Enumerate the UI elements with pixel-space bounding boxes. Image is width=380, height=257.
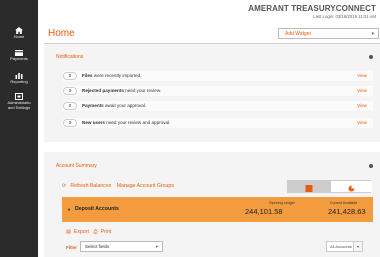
collapse-arrow-icon[interactable]: ▼ xyxy=(67,207,71,212)
account-summary-title: Account Summary xyxy=(56,163,97,169)
notification-subject: Rejected payments xyxy=(82,88,124,93)
brand-name: AMERANT TREASURYCONNECT xyxy=(248,4,376,13)
chevron-down-icon: ▾ xyxy=(356,244,359,249)
notification-row: 0 Payments await your approval. View xyxy=(63,101,373,111)
export-print-row: ▤ Export ⎙ Print xyxy=(66,229,114,236)
notification-row: 0 New users need your review and approva… xyxy=(63,118,373,128)
sidebar-item-label: Reporting xyxy=(10,79,28,84)
print-icon: ⎙ xyxy=(93,229,98,235)
sidebar-item-home[interactable]: Home xyxy=(0,27,38,39)
view-link[interactable]: View xyxy=(357,103,367,108)
chevron-down-icon: ▾ xyxy=(371,31,374,37)
sidebar-item-label: Home xyxy=(13,34,25,39)
view-link[interactable]: View xyxy=(357,120,367,125)
grid-view-button[interactable] xyxy=(288,181,330,192)
add-widget-select[interactable]: Add Widget ▾ xyxy=(278,28,379,39)
settings-icon xyxy=(15,93,23,100)
view-link[interactable]: View xyxy=(357,88,367,93)
sidebar-item-reporting[interactable]: Reporting xyxy=(0,72,38,84)
sidebar-item-label: Payments xyxy=(10,56,28,61)
last-login-text: Last Login: 03/16/2019 11:01 AM xyxy=(313,14,376,19)
notification-message: were recently imported. xyxy=(92,73,142,78)
notification-subject: Files xyxy=(82,73,93,78)
opening-ledger-label: Opening Ledger xyxy=(269,201,295,205)
count-badge: 0 xyxy=(63,87,77,95)
grid-icon xyxy=(305,185,313,192)
refresh-icon[interactable]: ⟳ xyxy=(62,183,66,189)
filter-label: Filter xyxy=(66,245,78,250)
print-link[interactable]: Print xyxy=(101,229,112,235)
chart-view-button[interactable] xyxy=(330,181,372,192)
group-title: Deposit Accounts xyxy=(75,206,119,212)
sidebar-item-administration[interactable]: Administratio and Settings xyxy=(0,93,38,110)
notification-subject: Payments xyxy=(82,103,104,108)
notification-row: 0 Files were recently imported. View xyxy=(63,71,373,81)
home-icon xyxy=(15,27,23,34)
export-icon: ▤ xyxy=(66,229,71,235)
filter-select[interactable]: Select fields ▾ xyxy=(80,241,163,252)
notifications-title: Notifications xyxy=(56,54,84,60)
notification-row: 0 Rejected payments need your review. Vi… xyxy=(63,86,373,96)
notification-message: need your review. xyxy=(123,88,162,93)
current-available-value: 241,428.63 xyxy=(328,207,366,216)
account-links: ⟳ Refresh Balances Manage Account Groups xyxy=(62,183,178,189)
deposit-accounts-group[interactable]: ▼ Deposit Accounts Opening Ledger 244,10… xyxy=(62,197,373,222)
filter-placeholder: Select fields xyxy=(85,244,110,249)
accounts-label: All Accounts xyxy=(330,244,352,249)
brand-header: AMERANT TREASURYCONNECT Last Login: 03/1… xyxy=(248,4,376,19)
count-badge: 0 xyxy=(63,72,77,80)
panel-menu-icon[interactable] xyxy=(369,164,373,168)
count-badge: 0 xyxy=(63,119,77,127)
view-toggle xyxy=(287,180,372,193)
panel-menu-icon[interactable] xyxy=(369,55,373,59)
add-widget-label: Add Widget xyxy=(285,31,311,37)
opening-ledger-value: 244,101.58 xyxy=(245,207,283,216)
sidebar-item-label-line2: and Settings xyxy=(7,105,31,110)
sidebar-nav: Home Payments Reporting Administratio an… xyxy=(0,0,38,257)
current-available-label: Current Available xyxy=(330,201,358,205)
export-link[interactable]: Export xyxy=(74,229,89,235)
sidebar-item-payments[interactable]: Payments xyxy=(0,50,38,61)
page-title: Home xyxy=(48,28,75,39)
pie-chart-icon xyxy=(348,185,355,192)
chevron-down-icon: ▾ xyxy=(155,244,158,249)
notification-subject: New users xyxy=(82,120,105,125)
view-link[interactable]: View xyxy=(357,73,367,78)
refresh-balances-link[interactable]: Refresh Balances xyxy=(70,183,111,189)
notification-message: need your review and approval. xyxy=(104,120,171,125)
manage-account-groups-link[interactable]: Manage Account Groups xyxy=(117,183,174,189)
notification-message: await your approval. xyxy=(103,103,147,108)
accounts-dropdown-button[interactable]: ▾ xyxy=(353,241,363,252)
count-badge: 0 xyxy=(63,102,77,110)
reporting-icon xyxy=(15,73,23,79)
